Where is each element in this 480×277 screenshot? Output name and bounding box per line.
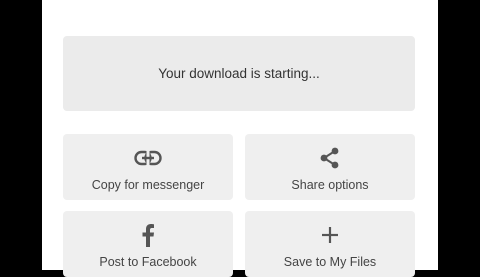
download-status-text: Your download is starting... — [158, 66, 320, 81]
facebook-icon — [141, 224, 155, 247]
post-to-facebook-button[interactable]: Post to Facebook — [63, 211, 233, 277]
save-to-my-files-button[interactable]: Save to My Files — [245, 211, 415, 277]
share-options-button[interactable]: Share options — [245, 134, 415, 200]
save-to-my-files-label: Save to My Files — [283, 255, 377, 269]
copy-for-messenger-label: Copy for messenger — [91, 178, 205, 192]
download-status-box: Your download is starting... — [63, 36, 415, 111]
share-options-label: Share options — [291, 178, 369, 192]
post-to-facebook-label: Post to Facebook — [99, 255, 197, 269]
share-icon — [319, 147, 341, 169]
copy-for-messenger-button[interactable]: Copy for messenger — [63, 134, 233, 200]
plus-icon — [320, 224, 340, 246]
link-icon — [134, 147, 162, 169]
download-panel: Your download is starting... Copy for me… — [42, 0, 438, 277]
